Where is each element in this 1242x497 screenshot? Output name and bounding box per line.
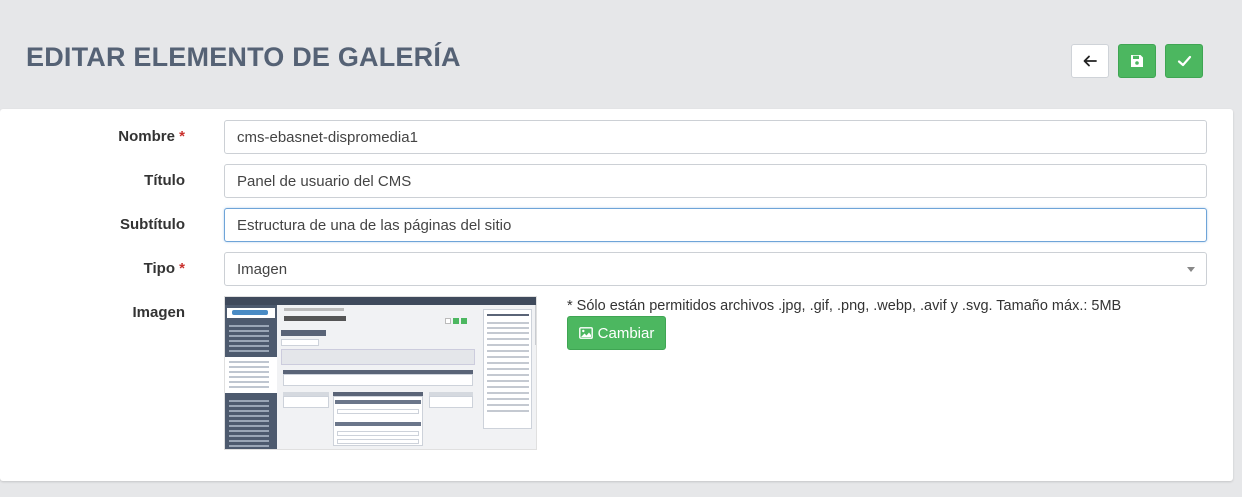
image-preview[interactable]	[224, 296, 537, 450]
arrow-left-icon	[1083, 55, 1097, 67]
preview-submenu	[225, 357, 277, 393]
subtitulo-input[interactable]: Estructura de una de las páginas del sit…	[224, 208, 1207, 242]
image-icon	[578, 327, 593, 339]
floppy-disk-icon	[1131, 55, 1143, 67]
preview-logo	[227, 308, 275, 318]
save-button[interactable]	[1118, 44, 1156, 78]
change-image-button[interactable]: Cambiar	[567, 316, 666, 350]
required-mark: *	[179, 128, 185, 145]
imagen-label: Imagen	[132, 304, 185, 321]
nombre-label: Nombre *	[118, 128, 185, 146]
preview-topbar	[225, 297, 536, 305]
change-button-label: Cambiar	[597, 324, 655, 342]
check-icon	[1177, 55, 1191, 67]
tipo-value: Imagen	[237, 260, 288, 278]
nombre-label-text: Nombre	[118, 128, 175, 145]
chevron-down-icon	[1187, 267, 1195, 272]
back-button[interactable]	[1071, 44, 1109, 78]
confirm-button[interactable]	[1165, 44, 1203, 78]
page-title: EDITAR ELEMENTO DE GALERÍA	[26, 42, 461, 72]
header-actions	[1071, 44, 1203, 78]
preview-right-panel	[483, 309, 532, 429]
subtitulo-label: Subtítulo	[120, 216, 185, 233]
required-mark: *	[179, 260, 185, 277]
titulo-value: Panel de usuario del CMS	[237, 172, 412, 190]
tipo-label-text: Tipo	[143, 260, 175, 277]
nombre-input[interactable]: cms-ebasnet-dispromedia1	[224, 120, 1207, 154]
titulo-input[interactable]: Panel de usuario del CMS	[224, 164, 1207, 198]
preview-toolbar	[281, 349, 475, 365]
titulo-label: Título	[144, 172, 185, 189]
tipo-label: Tipo *	[144, 260, 185, 278]
nombre-value: cms-ebasnet-dispromedia1	[237, 128, 418, 146]
tipo-select[interactable]: Imagen	[224, 252, 1207, 286]
subtitulo-value: Estructura de una de las páginas del sit…	[237, 216, 512, 234]
file-requirements-note: * Sólo están permitidos archivos .jpg, .…	[567, 298, 1122, 314]
form-panel: Nombre * cms-ebasnet-dispromedia1 Título…	[0, 109, 1233, 481]
